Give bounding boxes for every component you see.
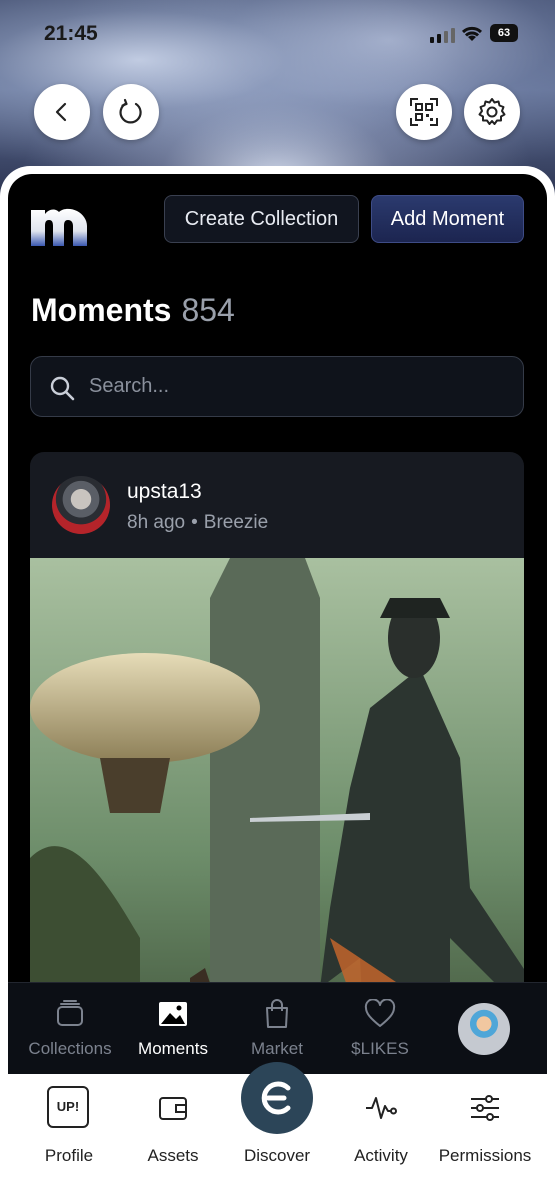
add-moment-button[interactable]: Add Moment [371, 195, 524, 243]
nav-moments[interactable]: Moments [121, 983, 225, 1075]
nav-collections-label: Collections [28, 1039, 112, 1058]
shopping-bag-icon [266, 999, 288, 1028]
image-icon [159, 1002, 187, 1026]
activity-icon [366, 1097, 397, 1119]
search-placeholder: Search... [89, 375, 170, 397]
discover-logo-icon [261, 1081, 291, 1115]
sys-nav-assets-label: Assets [147, 1146, 199, 1165]
app-logo [31, 208, 87, 246]
page-title: Moments 854 [31, 292, 235, 329]
moment-username[interactable]: upsta13 [127, 480, 202, 504]
stack-icon [57, 1000, 83, 1026]
moment-time: 8h ago [127, 512, 186, 533]
search-input[interactable]: Search... [30, 356, 524, 417]
qr-code-icon [410, 98, 438, 126]
heart-icon [364, 999, 396, 1027]
status-time: 21:45 [44, 22, 98, 45]
qr-code-button[interactable] [396, 84, 452, 140]
moment-source[interactable]: Breezie [204, 512, 268, 533]
sys-nav-assets[interactable]: Assets [123, 1074, 223, 1200]
sys-nav-activity[interactable]: Activity [331, 1074, 431, 1200]
settings-button[interactable] [464, 84, 520, 140]
refresh-button[interactable] [103, 84, 159, 140]
signal-icon [430, 28, 455, 43]
sys-nav-discover-label: Discover [243, 1146, 311, 1165]
user-avatar[interactable] [52, 476, 110, 534]
moment-count: 854 [181, 292, 235, 328]
wifi-icon [461, 26, 483, 41]
page-title-text: Moments [31, 292, 172, 328]
nav-likes[interactable]: $LIKES [328, 983, 432, 1075]
refresh-icon [119, 98, 142, 124]
sys-nav-permissions-label: Permissions [438, 1146, 532, 1165]
sys-nav-activity-label: Activity [354, 1146, 408, 1165]
gear-icon [478, 98, 506, 125]
profile-badge-icon: UP! [47, 1086, 89, 1128]
meta-separator: • [191, 512, 198, 533]
profile-avatar[interactable] [458, 1003, 510, 1055]
nav-market-label: Market [251, 1039, 303, 1058]
battery-indicator: 63 [490, 24, 518, 42]
chevron-left-icon [55, 102, 67, 122]
nav-moments-label: Moments [138, 1039, 208, 1058]
sys-nav-profile-label: Profile [44, 1146, 94, 1165]
search-icon [50, 376, 75, 401]
moments-screen: Create Collection Add Moment Moments 854 … [8, 174, 547, 1078]
sys-nav-permissions[interactable]: Permissions [435, 1074, 535, 1200]
main-panel: Create Collection Add Moment Moments 854 … [0, 166, 555, 1078]
nav-collections[interactable]: Collections [18, 983, 122, 1075]
discover-button[interactable] [241, 1062, 313, 1134]
status-bar: 21:45 63 [0, 18, 555, 52]
nav-likes-label: $LIKES [351, 1039, 409, 1058]
wallet-icon [159, 1097, 187, 1120]
create-collection-button[interactable]: Create Collection [164, 195, 359, 243]
back-button[interactable] [34, 84, 90, 140]
sys-nav-profile[interactable]: UP! Profile [14, 1074, 124, 1200]
moment-meta: 8h ago • Breezie [127, 512, 268, 534]
sliders-icon [471, 1095, 499, 1121]
